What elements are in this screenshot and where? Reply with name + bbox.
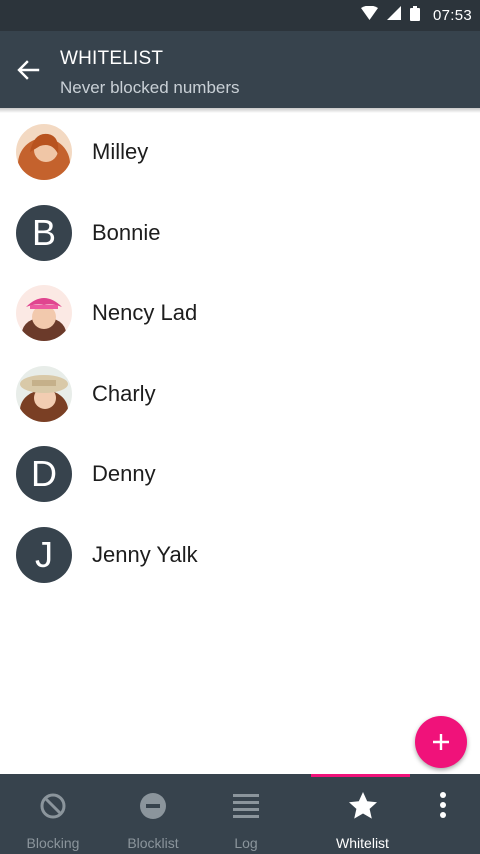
avatar: J: [16, 526, 72, 583]
wifi-icon: [360, 5, 378, 25]
avatar: B: [16, 204, 72, 261]
contact-name: Jenny Yalk: [92, 541, 198, 567]
whitelist-contact-list: Milley B Bonnie Nency Lad Charly D Denny…: [0, 112, 480, 596]
tab-whitelist[interactable]: Whitelist: [311, 774, 414, 854]
page-subtitle: Never blocked numbers: [60, 78, 240, 97]
avatar: D: [16, 446, 72, 503]
clock-time: 07:53: [432, 7, 472, 24]
arrow-back-icon[interactable]: [14, 56, 42, 84]
tab-blocking[interactable]: Blocking: [3, 774, 103, 854]
battery-icon: [409, 5, 420, 26]
contact-name: Denny: [92, 461, 156, 487]
tab-blocklist[interactable]: Blocklist: [103, 774, 203, 854]
avatar: [16, 365, 72, 422]
signal-icon: [386, 6, 401, 25]
bottom-navigation: Blocking Blocklist Log Whitelist: [0, 774, 480, 854]
contact-name: Milley: [92, 139, 149, 164]
contact-row-denny[interactable]: D Denny: [0, 434, 480, 515]
contact-name: Charly: [92, 380, 156, 406]
minus-circle-icon: [138, 791, 168, 821]
contact-row-jenny-yalk[interactable]: J Jenny Yalk: [0, 515, 480, 596]
contact-row-charly[interactable]: Charly: [0, 354, 480, 435]
app-bar: WHITELIST Never blocked numbers: [0, 31, 480, 108]
list-icon: [231, 791, 261, 821]
contact-name: Nency Lad: [92, 300, 198, 326]
tab-label: Whitelist: [336, 835, 389, 851]
contact-name: Bonnie: [92, 219, 161, 245]
tab-log[interactable]: Log: [196, 774, 296, 854]
contact-row-milley[interactable]: Milley: [0, 112, 480, 193]
tab-label: Blocklist: [127, 835, 179, 851]
star-icon: [348, 791, 378, 821]
avatar: [16, 124, 72, 180]
contact-row-nency-lad[interactable]: Nency Lad: [0, 273, 480, 354]
status-bar: 07:53: [0, 0, 480, 31]
page-title: WHITELIST: [60, 48, 164, 69]
avatar: [16, 285, 72, 342]
more-vert-icon[interactable]: [428, 774, 458, 854]
contact-row-bonnie[interactable]: B Bonnie: [0, 193, 480, 274]
tab-label: Log: [234, 835, 258, 851]
add-contact-button[interactable]: [415, 716, 467, 768]
tab-label: Blocking: [26, 835, 80, 851]
block-icon: [38, 791, 68, 821]
plus-icon: [433, 734, 449, 750]
